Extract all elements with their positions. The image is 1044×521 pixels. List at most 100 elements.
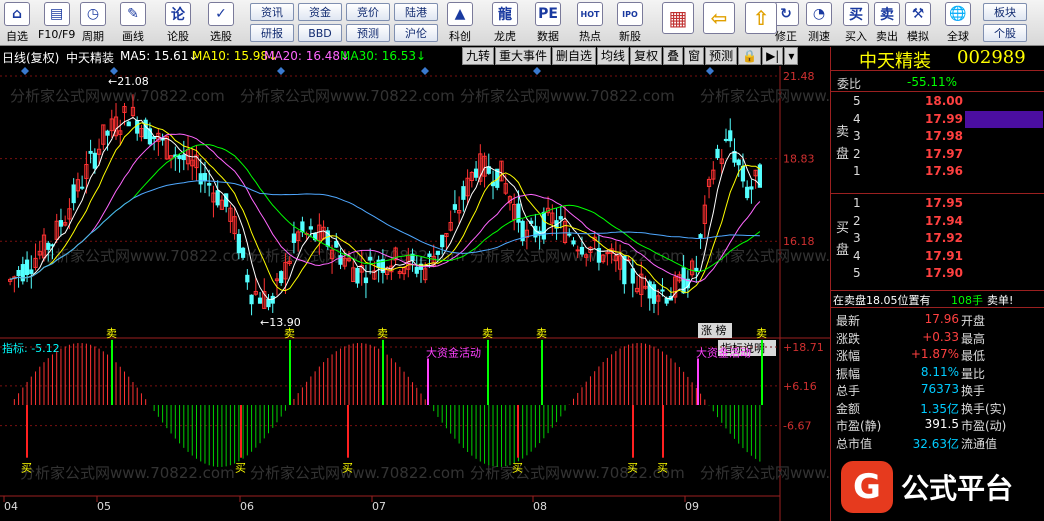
chart-tool-button[interactable]: 重大事件 xyxy=(495,47,552,65)
candle-body xyxy=(728,130,733,142)
bid-level: 2 xyxy=(853,213,861,228)
draw-line-icon: ✎ xyxy=(120,2,146,26)
candle-body xyxy=(749,186,754,190)
candle-body xyxy=(334,241,339,248)
back-arrow-icon[interactable]: ⇦ xyxy=(703,2,735,44)
chart-tool-button[interactable]: 窗 xyxy=(684,47,705,65)
bid-level: 5 xyxy=(853,266,861,280)
toolbar-button-0[interactable]: ⌂ 自选 xyxy=(4,2,30,44)
candle-body xyxy=(745,186,750,199)
toolbar-small-button[interactable]: 研报 xyxy=(250,24,294,42)
candle-body xyxy=(198,173,203,185)
candle-body xyxy=(694,267,699,272)
toolbar-small-button[interactable]: 竞价 xyxy=(346,3,390,21)
chart-tool-button[interactable]: 复权 xyxy=(630,47,663,65)
toolbar-small-button[interactable]: 沪伦 xyxy=(394,24,438,42)
toolbar-button-10[interactable]: IPO 新股 xyxy=(617,2,643,44)
watermark-text: 分析家公式网www.70822.com xyxy=(700,464,830,482)
candle-body xyxy=(308,226,313,230)
candle-body xyxy=(46,242,51,250)
toolbar-button-1[interactable]: ▤ F10/F9 xyxy=(38,2,75,44)
toolbar-button-12[interactable]: ◔ 测速 xyxy=(806,2,832,44)
toolbar-small-button[interactable]: 陆港 xyxy=(394,3,438,21)
event-diamond-icon xyxy=(277,67,285,75)
toolbar-small-button[interactable]: BBD xyxy=(298,24,342,42)
toolbar-small-button[interactable]: 预测 xyxy=(346,24,390,42)
event-diamond-icon xyxy=(533,67,541,75)
sell-signal-label: 卖 xyxy=(377,327,388,340)
quote-label: 涨幅 xyxy=(836,349,861,363)
toolbar-button-14[interactable]: 卖卖出 xyxy=(874,2,900,44)
ma5-label: MA5: 15.61↓ xyxy=(120,49,199,63)
quote-value: 1.35亿 xyxy=(920,401,959,416)
candle-body xyxy=(80,186,85,189)
toolbar-button-5[interactable]: ✓ 选股 xyxy=(208,2,234,44)
month-label: 06 xyxy=(240,500,254,513)
up-icon[interactable]: ⇧ xyxy=(745,2,777,44)
candle-body xyxy=(630,268,635,284)
candle-body xyxy=(181,154,186,161)
big-money-label: 大资金活动 xyxy=(426,346,481,360)
quote-label: 涨跌 xyxy=(836,331,861,346)
candle-body xyxy=(257,297,263,304)
chart-tool-button[interactable]: 🔒 xyxy=(738,47,762,65)
period-label[interactable]: 日线(复权) xyxy=(2,49,59,66)
toolbar-small-button[interactable]: 板块 xyxy=(983,3,1027,21)
chart-tool-button[interactable]: 叠 xyxy=(663,47,684,65)
toolbar-small-button[interactable]: 资讯 xyxy=(250,3,294,21)
toolbar-button-9[interactable]: HOT 热点 xyxy=(577,2,603,44)
sell-signal-label: 卖 xyxy=(482,327,493,340)
grid-icon[interactable]: ▦ xyxy=(662,2,694,44)
quote-label-right: 量比 xyxy=(961,366,986,381)
toolbar-button-2[interactable]: ◷ 周期 xyxy=(80,2,106,44)
month-label: 08 xyxy=(533,500,547,513)
logo-mark-icon: G xyxy=(841,461,893,513)
book-divider xyxy=(831,193,1044,194)
indicator-axis-label: +6.16 xyxy=(783,380,817,393)
toolbar-button-13[interactable]: 买买入 xyxy=(843,2,869,44)
toolbar-button-16[interactable]: 🌐 全球 xyxy=(945,2,971,44)
quote-label-right: 最高 xyxy=(961,331,986,346)
price-axis-label: 21.48 xyxy=(783,70,815,83)
toolbar-button-label: 卖出 xyxy=(876,30,898,43)
big-money-label: 大资金活动 xyxy=(696,346,751,360)
toolbar-button-8[interactable]: PE 数据 xyxy=(535,2,561,44)
candle-body xyxy=(16,270,21,277)
candle-body xyxy=(29,269,34,274)
toolbar-button-4[interactable]: 论论股 xyxy=(165,2,191,44)
quote-label-right: 最低 xyxy=(961,349,986,363)
chart-tool-button[interactable]: 预测 xyxy=(705,47,738,65)
chart-tool-button[interactable]: 均线 xyxy=(597,47,630,65)
toolbar-button-7[interactable]: 龍龙虎 xyxy=(492,2,518,44)
ask-price: 17.97 xyxy=(925,146,963,161)
candle-body xyxy=(177,155,182,160)
candle-body xyxy=(270,295,275,304)
candle-body xyxy=(435,250,441,255)
buy-signal-label: 买 xyxy=(657,462,668,475)
toolbar-button-3[interactable]: ✎ 画线 xyxy=(120,2,146,44)
toolbar-small-button[interactable]: 个股 xyxy=(983,24,1027,42)
toolbar-button-15[interactable]: ⚒ 模拟 xyxy=(905,2,931,44)
watermark-text: 分析家公式网www.70822.com xyxy=(240,87,455,105)
period-icon: ◷ xyxy=(80,2,106,26)
toolbar-button-label: 测速 xyxy=(808,30,830,43)
candle-body xyxy=(249,294,254,305)
quote-value: +1.87% xyxy=(910,347,959,361)
quote-label-right: 市盈(动) xyxy=(961,419,1007,433)
bid-price: 17.95 xyxy=(925,196,963,210)
chart-tool-button[interactable]: 九转 xyxy=(462,47,495,65)
quote-label: 金额 xyxy=(836,401,861,416)
quote-label-right: 流通值 xyxy=(961,436,998,451)
chart-tool-button[interactable]: ▶| xyxy=(762,47,784,65)
toolbar-button-label: 画线 xyxy=(122,30,144,43)
candle-body xyxy=(736,159,741,166)
toolbar-button-6[interactable]: ▲ 科创 xyxy=(447,2,473,44)
kline-chart[interactable]: 21.4818.8316.18分析家公式网www.70822.com 分析家公式网… xyxy=(0,66,830,521)
chart-tool-button[interactable]: 删自选 xyxy=(552,47,597,65)
gsptt-logo: G 公式平台 xyxy=(841,457,1041,517)
chart-tool-button[interactable]: ▾ xyxy=(784,47,799,65)
quote-label: 市盈(静) xyxy=(836,419,882,433)
limit-up-label: 涨 榜 xyxy=(701,323,727,337)
toolbar-small-button[interactable]: 资金 xyxy=(298,3,342,21)
sell-signal-label: 卖 xyxy=(756,327,767,340)
